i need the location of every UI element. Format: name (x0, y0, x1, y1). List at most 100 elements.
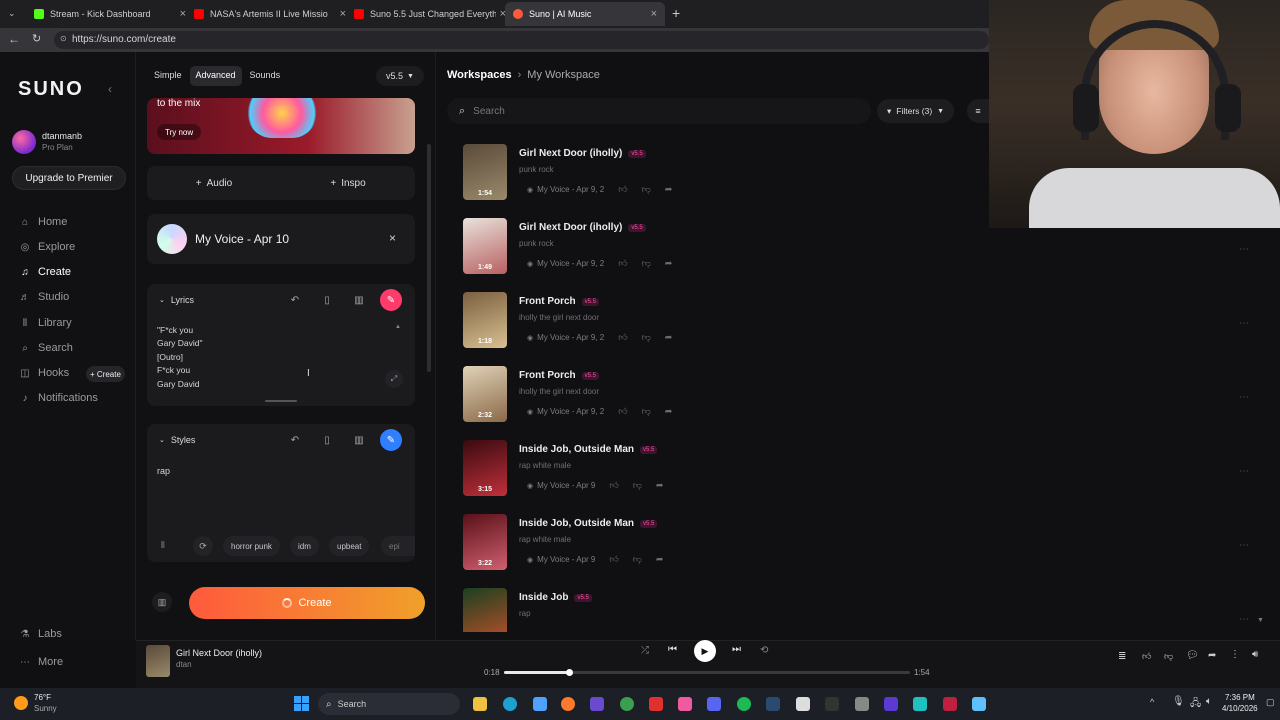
back-arrow-icon[interactable]: ← (8, 32, 20, 46)
steam-icon[interactable] (766, 697, 780, 711)
lyrics-toggle[interactable]: ⌄ Lyrics (159, 295, 194, 305)
create-button[interactable]: Create (189, 587, 425, 619)
undo-icon[interactable]: ↶ (284, 289, 306, 311)
discord-icon[interactable] (707, 697, 721, 711)
song-row[interactable]: Inside Job v5.5 rap ⋯ (463, 588, 1249, 632)
now-playing-artist[interactable]: dtan (176, 660, 192, 669)
song-source[interactable]: My Voice - Apr 9, 2 (537, 259, 604, 268)
chrome-icon[interactable] (620, 697, 634, 711)
song-title[interactable]: Inside Job v5.5 (519, 592, 592, 603)
clear-button[interactable]: ▥ (152, 592, 172, 612)
speaker-icon[interactable]: 🔈︎ (1206, 696, 1212, 707)
style-tag[interactable]: idm (290, 536, 319, 556)
repeat-icon[interactable]: ⟲ (760, 645, 768, 656)
sidebar-item-hooks[interactable]: ◫ Hooks (20, 364, 69, 382)
song-source[interactable]: My Voice - Apr 9 (537, 481, 595, 490)
itunes-icon[interactable] (678, 697, 692, 711)
trash-icon[interactable]: ▥ (348, 429, 370, 451)
fx-icon[interactable] (884, 697, 898, 711)
browser-tab-2[interactable]: NASA's Artemis II Live Missio × (186, 2, 354, 26)
hooks-create-button[interactable]: + Create (86, 366, 125, 382)
shuffle-icon[interactable]: ⤮ (641, 645, 649, 656)
sidebar-item-explore[interactable]: ◎ Explore (20, 238, 76, 256)
windows-start-icon[interactable] (294, 696, 309, 711)
remove-voice-close-icon[interactable]: × (389, 231, 396, 245)
style-library-icon[interactable]: ⫴ (161, 540, 165, 551)
song-title[interactable]: Front Porch v5.5 (519, 370, 600, 381)
resize-handle[interactable] (265, 400, 297, 402)
browser-tab-1[interactable]: Stream - Kick Dashboard × (26, 2, 194, 26)
comment-icon[interactable]: 💬︎ (1186, 650, 1199, 661)
promo-banner[interactable]: to the mix Try now (147, 98, 415, 154)
avatar[interactable] (12, 130, 36, 154)
style-tag[interactable]: horror punk (223, 536, 280, 556)
more-options-icon[interactable]: ⋯ (1239, 392, 1249, 403)
like-icon[interactable]: 👍︎ (1142, 651, 1151, 662)
like-icon[interactable]: 👍︎ (609, 480, 618, 491)
more-options-icon[interactable]: ⋯ (1239, 466, 1249, 477)
dislike-icon[interactable]: 👎︎ (1164, 651, 1173, 662)
share-icon[interactable]: ➦ (665, 184, 673, 195)
previous-icon[interactable]: ⏮ (668, 644, 677, 655)
new-tab-icon[interactable]: + (672, 5, 680, 21)
app-icon[interactable] (796, 697, 810, 711)
sidebar-item-labs[interactable]: ⚗ Labs (20, 625, 62, 643)
share-icon[interactable]: ➦ (656, 554, 664, 565)
like-icon[interactable]: 👍︎ (618, 184, 627, 195)
song-source[interactable]: My Voice - Apr 9 (537, 555, 595, 564)
song-source[interactable]: My Voice - Apr 9, 2 (537, 407, 604, 416)
version-select[interactable]: v5.5 ▼ (376, 66, 424, 86)
sidebar-item-more[interactable]: ⋯ More (20, 653, 63, 671)
magic-wand-icon[interactable]: ✎ (380, 289, 402, 311)
breadcrumb-root[interactable]: Workspaces (447, 69, 512, 81)
notification-bell-icon[interactable]: ▢ (1266, 697, 1275, 708)
sidebar-item-library[interactable]: ⫴ Library (20, 314, 72, 332)
sidebar-item-home[interactable]: ⌂ Home (20, 213, 67, 231)
sort-button[interactable]: ≡ (967, 99, 989, 123)
song-row[interactable]: 3:22 Inside Job, Outside Man v5.5 rap white… (463, 514, 1249, 578)
collapse-sidebar-icon[interactable]: ‹ (108, 82, 112, 96)
now-playing-thumb[interactable] (146, 645, 170, 677)
app-icon[interactable] (972, 697, 986, 711)
styles-textarea[interactable]: rap (157, 466, 170, 476)
song-cover[interactable]: 3:22 (463, 514, 507, 570)
tab-list-chevron-icon[interactable]: ⌄ (8, 8, 16, 19)
share-icon[interactable]: ➦ (1208, 650, 1216, 661)
app-icon[interactable] (590, 697, 604, 711)
like-icon[interactable]: 👍︎ (609, 554, 618, 565)
song-cover[interactable]: 1:18 (463, 292, 507, 348)
dislike-icon[interactable]: 👎︎ (642, 258, 651, 269)
like-icon[interactable]: 👍︎ (618, 406, 627, 417)
weather-temp[interactable]: 76°F (34, 693, 51, 702)
share-icon[interactable]: ➦ (665, 332, 673, 343)
app-icon[interactable] (855, 697, 869, 711)
close-icon[interactable]: × (651, 8, 657, 20)
trash-icon[interactable]: ▥ (348, 289, 370, 311)
filters-button[interactable]: ▾ Filters (3) ▼ (877, 99, 955, 123)
firefox-icon[interactable] (561, 697, 575, 711)
refresh-tags-icon[interactable]: ⟳ (193, 536, 213, 556)
queue-icon[interactable]: ≣ (1118, 651, 1126, 662)
style-tag[interactable]: epi (381, 536, 415, 556)
more-options-icon[interactable]: ⋯ (1239, 540, 1249, 551)
sidebar-item-create[interactable]: ♫ Create (20, 263, 71, 281)
song-cover[interactable]: 3:15 (463, 440, 507, 496)
browser-tab-3[interactable]: Suno 5.5 Just Changed Everythin × (346, 2, 514, 26)
share-icon[interactable]: ➦ (665, 258, 673, 269)
song-title[interactable]: Girl Next Door (iholly) v5.5 (519, 148, 646, 159)
like-icon[interactable]: 👍︎ (618, 258, 627, 269)
magic-wand-icon[interactable]: ✎ (380, 429, 402, 451)
song-title[interactable]: Front Porch v5.5 (519, 296, 600, 307)
sidebar-item-notifications[interactable]: ♪ Notifications (20, 389, 98, 407)
app-icon[interactable] (533, 697, 547, 711)
app-icon[interactable] (913, 697, 927, 711)
song-cover[interactable]: 1:54 (463, 144, 507, 200)
breadcrumb-current[interactable]: My Workspace (527, 69, 600, 81)
more-options-icon[interactable]: ⋯ (1239, 318, 1249, 329)
mode-sounds-tab[interactable]: Sounds (244, 66, 287, 86)
dislike-icon[interactable]: 👎︎ (633, 554, 642, 565)
expand-icon[interactable]: ⤢ (385, 370, 403, 388)
song-title[interactable]: Girl Next Door (iholly) v5.5 (519, 222, 646, 233)
styles-toggle[interactable]: ⌄ Styles (159, 435, 195, 445)
share-icon[interactable]: ➦ (656, 480, 664, 491)
